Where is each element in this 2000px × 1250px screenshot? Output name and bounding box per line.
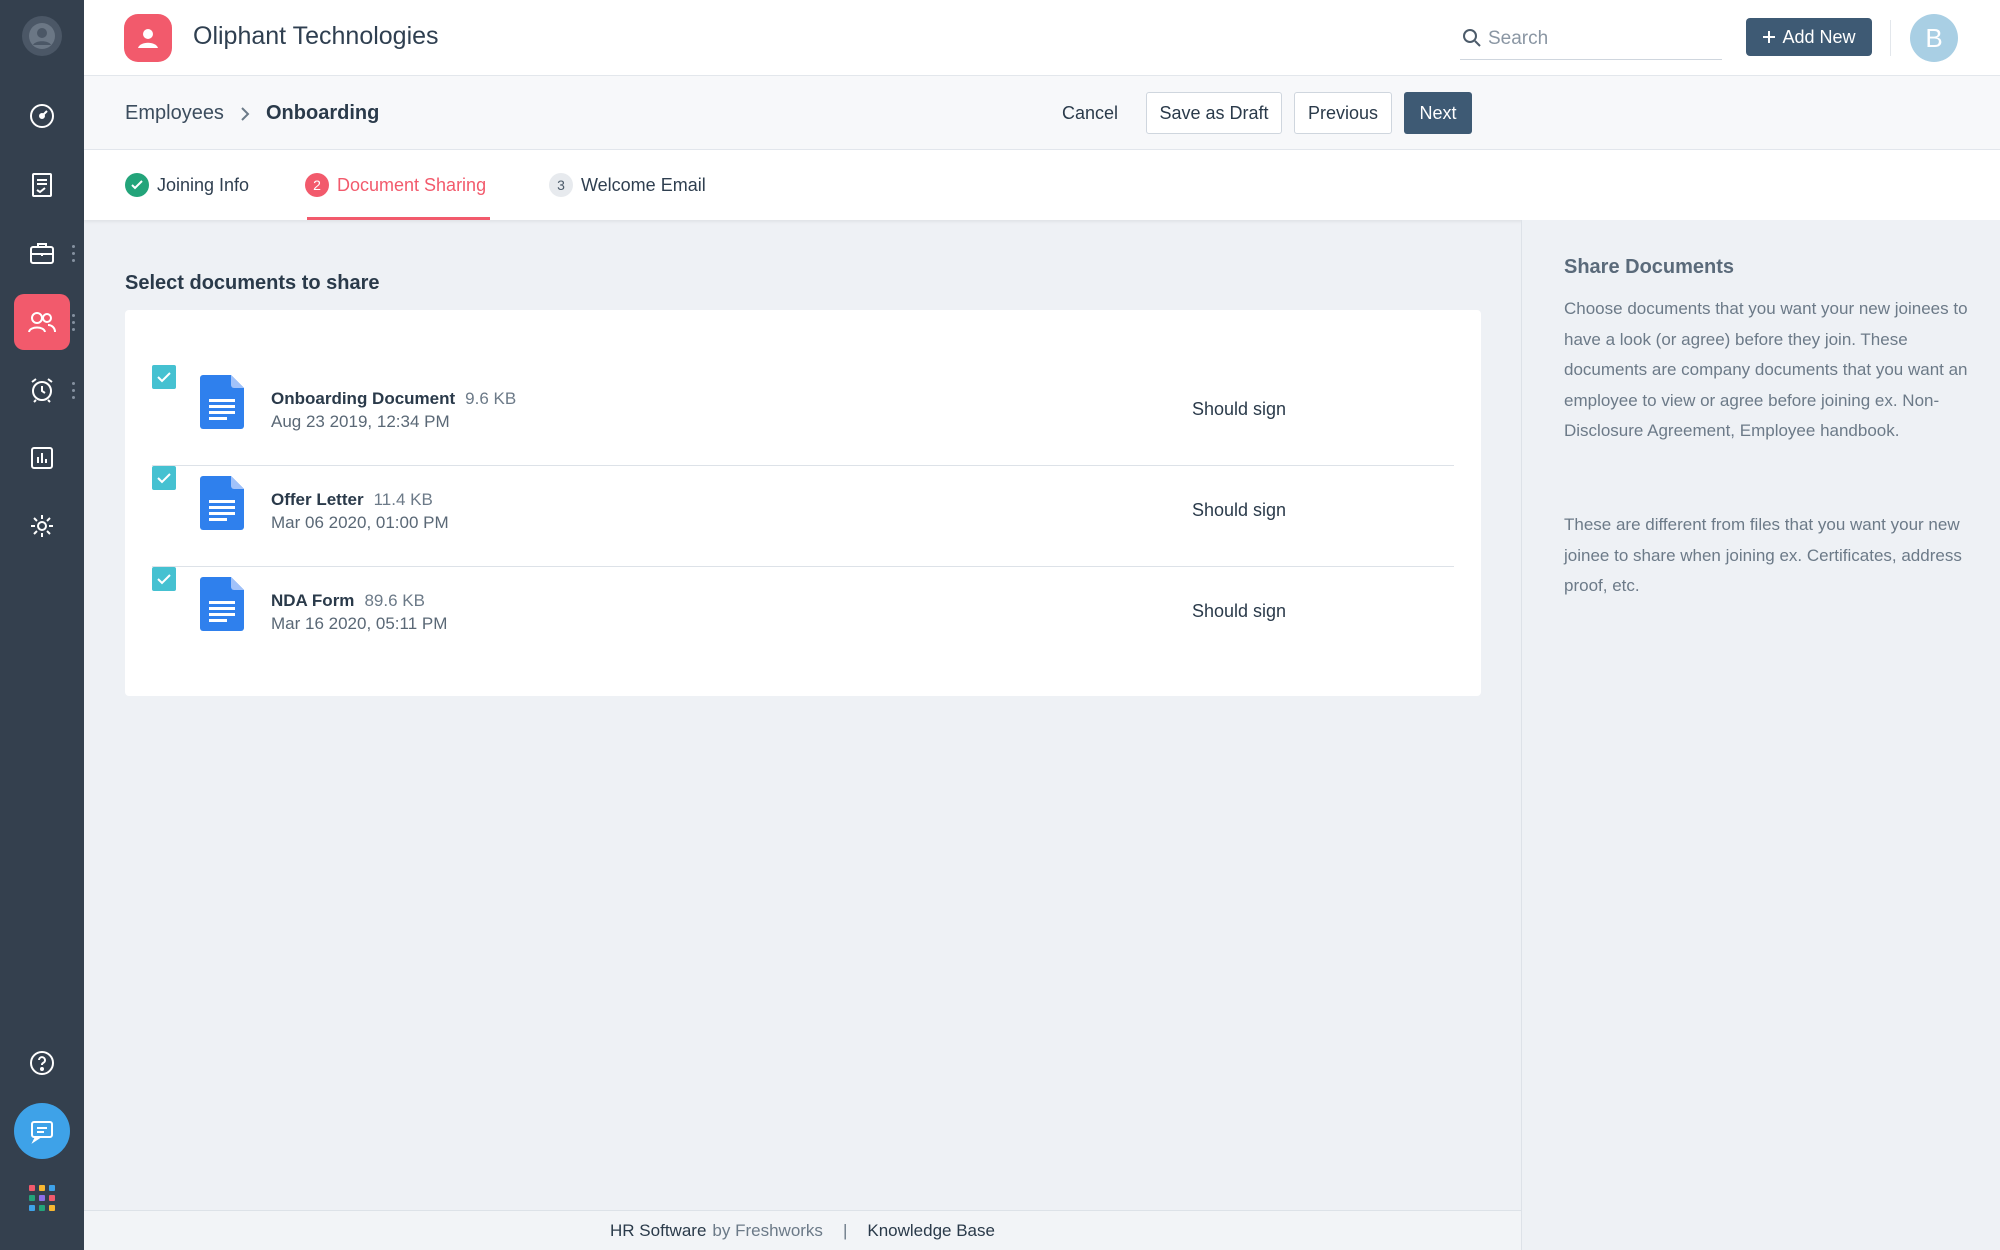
- user-circle-icon: [29, 23, 55, 49]
- nav-reports[interactable]: [14, 430, 70, 486]
- step-number: 3: [549, 173, 573, 197]
- google-doc-icon: [200, 375, 244, 429]
- check-icon: [157, 574, 171, 585]
- footer-product[interactable]: HR Software: [610, 1221, 706, 1241]
- nav-employees-more[interactable]: [72, 314, 76, 335]
- nav-jobs-more[interactable]: [72, 245, 76, 266]
- info-panel-title: Share Documents: [1564, 256, 1735, 278]
- sign-requirement[interactable]: Should sign: [1192, 500, 1286, 521]
- document-title: NDA Form: [271, 591, 355, 610]
- nav-settings[interactable]: [14, 498, 70, 554]
- document-title: Offer Letter: [271, 490, 364, 509]
- nav-help[interactable]: [14, 1035, 70, 1091]
- wizard-steps: Joining Info 2 Document Sharing 3 Welcom…: [84, 150, 2000, 220]
- sign-requirement[interactable]: Should sign: [1192, 601, 1286, 622]
- add-new-label: Add New: [1782, 26, 1856, 47]
- dashboard-icon: [30, 104, 54, 128]
- document-date: Mar 06 2020, 01:00 PM: [271, 513, 449, 532]
- add-new-button[interactable]: Add New: [1746, 18, 1872, 56]
- apps-grid-icon[interactable]: [29, 1185, 55, 1211]
- step-joining-info[interactable]: Joining Info: [125, 150, 249, 220]
- alarm-clock-icon: [31, 378, 53, 403]
- footer: HR Software by Freshworks | Knowledge Ba…: [84, 1210, 1521, 1250]
- info-panel-paragraph: Choose documents that you want your new …: [1564, 299, 1968, 440]
- cancel-button[interactable]: Cancel: [1050, 92, 1130, 134]
- top-bar: Oliphant Technologies Add New B: [84, 0, 2000, 76]
- brand-logo[interactable]: [124, 14, 172, 62]
- document-list: Onboarding Document 9.6 KB Aug 23 2019, 1…: [125, 310, 1481, 696]
- footer-separator: |: [842, 1220, 848, 1240]
- document-name: NDA Form 89.6 KB: [271, 591, 425, 611]
- nav-documents[interactable]: [14, 157, 70, 213]
- step-label: Welcome Email: [581, 174, 706, 195]
- previous-button[interactable]: Previous: [1294, 92, 1392, 134]
- document-name: Offer Letter 11.4 KB: [271, 490, 433, 510]
- step-label: Document Sharing: [337, 174, 487, 195]
- next-button[interactable]: Next: [1404, 92, 1472, 134]
- gear-icon: [31, 515, 53, 537]
- nav-dashboard[interactable]: [14, 88, 70, 144]
- document-title: Onboarding Document: [271, 389, 456, 408]
- plus-icon: [1763, 31, 1776, 43]
- left-nav: [0, 0, 84, 1250]
- org-logo[interactable]: [22, 16, 62, 56]
- people-icon: [28, 312, 56, 333]
- chat-button[interactable]: [14, 1103, 70, 1159]
- breadcrumb-employees[interactable]: Employees: [125, 102, 224, 125]
- help-icon: [30, 1051, 54, 1075]
- sub-header: Employees Onboarding Cancel Save as Draf…: [84, 76, 2000, 150]
- search-icon: [1463, 29, 1481, 47]
- document-list-icon: [32, 173, 52, 197]
- google-doc-icon: [200, 577, 244, 631]
- document-checkbox[interactable]: [152, 567, 176, 591]
- briefcase-icon: [30, 243, 54, 264]
- footer-knowledge-base[interactable]: Knowledge Base: [867, 1221, 995, 1241]
- info-panel-paragraph: These are different from files that you …: [1564, 515, 1962, 595]
- search-input[interactable]: [1488, 26, 1718, 52]
- nav-employees[interactable]: [14, 294, 70, 350]
- document-checkbox[interactable]: [152, 466, 176, 490]
- document-size: 11.4 KB: [373, 490, 433, 509]
- save-draft-button[interactable]: Save as Draft: [1146, 92, 1282, 134]
- header-divider: [1890, 20, 1891, 56]
- sign-requirement[interactable]: Should sign: [1192, 399, 1286, 420]
- check-icon: [125, 173, 149, 197]
- step-number: 2: [305, 173, 329, 197]
- company-name: Oliphant Technologies: [193, 22, 439, 50]
- document-size: 89.6 KB: [364, 591, 425, 610]
- document-date: Mar 16 2020, 05:11 PM: [271, 614, 448, 633]
- footer-by: by Freshworks: [712, 1220, 823, 1240]
- list-item: Onboarding Document 9.6 KB Aug 23 2019, 1…: [152, 365, 1454, 466]
- info-panel: Share Documents Choose documents that yo…: [1521, 220, 2000, 1250]
- chat-icon: [31, 1121, 53, 1144]
- check-icon: [157, 372, 171, 383]
- breadcrumb-current: Onboarding: [266, 102, 380, 124]
- chevron-right-icon: [241, 107, 250, 121]
- main-content: Select documents to share Onboarding Doc…: [84, 220, 1521, 1210]
- step-document-sharing[interactable]: 2 Document Sharing: [305, 150, 490, 220]
- nav-time[interactable]: [14, 362, 70, 418]
- step-label: Joining Info: [157, 174, 250, 195]
- nav-time-more[interactable]: [72, 382, 76, 403]
- document-date: Aug 23 2019, 12:34 PM: [271, 412, 450, 431]
- avatar[interactable]: B: [1910, 14, 1958, 62]
- document-name: Onboarding Document 9.6 KB: [271, 389, 516, 409]
- nav-jobs[interactable]: [14, 225, 70, 281]
- list-item: Offer Letter 11.4 KB Mar 06 2020, 01:00 P…: [152, 466, 1454, 567]
- list-item: NDA Form 89.6 KB Mar 16 2020, 05:11 PM Sh…: [152, 567, 1454, 668]
- check-icon: [157, 473, 171, 484]
- document-size: 9.6 KB: [465, 389, 517, 408]
- google-doc-icon: [200, 476, 244, 530]
- person-icon: [138, 29, 158, 48]
- step-welcome-email[interactable]: 3 Welcome Email: [549, 150, 706, 220]
- section-title: Select documents to share: [125, 272, 380, 294]
- search-box[interactable]: [1460, 20, 1722, 60]
- document-checkbox[interactable]: [152, 365, 176, 389]
- report-icon: [31, 447, 53, 469]
